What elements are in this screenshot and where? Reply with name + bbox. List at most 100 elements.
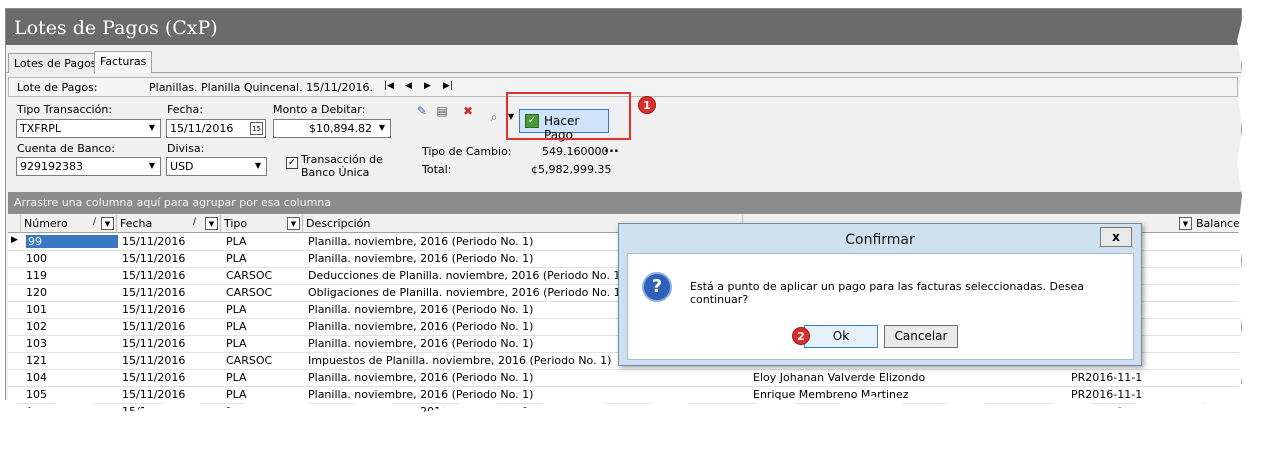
tipo-cambio-label: Tipo de Cambio:: [422, 145, 512, 158]
cell-descripcion: Planilla. noviembre, 2016 (Periodo No. 1…: [308, 303, 534, 316]
cell-fecha: 15/11/2016: [122, 388, 186, 401]
cell-tipo: PLA: [226, 303, 247, 316]
tipo-transaccion-value: TXFRPL: [20, 122, 61, 135]
window-title: Lotes de Pagos (CxP): [6, 9, 1241, 45]
cell-tipo: PLA: [226, 320, 247, 333]
transaccion-label-1: Transacción de: [301, 153, 383, 166]
last-record-icon[interactable]: ▶|: [443, 81, 453, 91]
tab-facturas[interactable]: Facturas: [94, 51, 153, 73]
step-badge-1: 1: [638, 96, 656, 114]
cell-numero: 106: [26, 405, 47, 416]
delete-grid-icon[interactable]: ✖: [460, 103, 476, 119]
divisa-select[interactable]: USD ▼: [166, 157, 267, 176]
ok-button[interactable]: Ok: [804, 325, 878, 348]
cancel-button[interactable]: Cancelar: [884, 325, 958, 348]
close-button[interactable]: x: [1100, 227, 1132, 247]
main-window: Lotes de Pagos (CxP) Lotes de Pagos Fact…: [5, 8, 1242, 416]
column-fecha-label: Fecha: [120, 217, 153, 230]
table-row[interactable]: 104 15/11/2016 PLA Planilla. noviembre, 201…: [8, 370, 1241, 387]
list-icon[interactable]: ▤: [434, 103, 450, 119]
cell-fecha: 15/11/2016: [122, 286, 186, 299]
chevron-down-icon[interactable]: ▼: [250, 158, 266, 175]
cell-descripcion: Planilla. noviembre, 2016 (Periodo No. 1…: [308, 235, 534, 248]
table-row[interactable]: 105 15/11/2016 PLA Planilla. noviembre, 201…: [8, 387, 1241, 404]
cell-fecha: 15/11/2016: [122, 354, 186, 367]
sort-icon: /: [193, 217, 197, 227]
current-row-indicator-icon: ▶: [11, 235, 18, 245]
filter-icon[interactable]: ▼: [101, 217, 114, 230]
cell-numero: 120: [26, 286, 47, 299]
cell-referencia: PR2016-11-1: [1071, 371, 1143, 384]
column-numero-label: Número: [24, 217, 68, 230]
prev-record-icon[interactable]: ◀: [405, 81, 412, 91]
sort-icon: /: [93, 217, 97, 227]
divisa-label: Divisa:: [167, 142, 205, 155]
cell-descripcion: Planilla. noviembre, 2016 (Periodo No. 1…: [308, 337, 534, 350]
total-label: Total:: [422, 163, 452, 176]
fecha-field[interactable]: 15/11/2016 15: [166, 119, 266, 138]
cell-nombre: Eloy Johanan Valverde Elizondo: [753, 371, 926, 384]
cell-descripcion: Planilla. noviembre, 2016 (Periodo No. 1…: [308, 371, 534, 384]
edit-icon[interactable]: ✎: [414, 103, 430, 119]
cell-numero: 99: [26, 235, 118, 248]
filter-icon[interactable]: ▼: [205, 217, 218, 230]
fecha-value: 15/11/2016: [170, 122, 234, 135]
cell-descripcion: Planilla. noviembre, 2016 (Periodo No. 1…: [308, 252, 534, 265]
cell-descripcion: Obligaciones de Planilla. noviembre, 201…: [308, 286, 625, 299]
cell-numero: 101: [26, 303, 47, 316]
cuenta-banco-select[interactable]: 929192383 ▼: [16, 157, 161, 176]
step-badge-2: 2: [792, 327, 810, 345]
first-record-icon[interactable]: |◀: [384, 81, 394, 91]
monto-value: $10,894.82: [309, 122, 372, 135]
table-row[interactable]: 106 15/11/2016 PLA Planilla. noviembre, 201…: [8, 404, 1241, 416]
chevron-down-icon[interactable]: ▼: [144, 120, 160, 137]
monto-field[interactable]: $10,894.82 ▼: [273, 119, 391, 138]
cell-tipo: PLA: [226, 405, 247, 416]
cell-tipo: PLA: [226, 337, 247, 350]
lote-value: Planillas. Planilla Quincenal. 15/11/201…: [149, 81, 373, 94]
next-record-icon[interactable]: ▶: [424, 81, 431, 91]
chevron-down-icon[interactable]: ▼: [374, 120, 390, 137]
cell-numero: 119: [26, 269, 47, 282]
column-header-balance[interactable]: ▼ Balance: [1178, 215, 1241, 233]
dialog-body: ? Está a punto de aplicar un pago para l…: [627, 253, 1134, 360]
calendar-icon[interactable]: 15: [250, 122, 263, 135]
highlight-box: [506, 92, 631, 140]
group-by-bar[interactable]: Arrastre una columna aquí para agrupar p…: [8, 192, 1241, 214]
column-header-tipo[interactable]: Tipo ▼: [221, 215, 303, 233]
cell-numero: 102: [26, 320, 47, 333]
dialog-title: Confirmar: [845, 232, 915, 248]
cell-fecha: 15/11/2016: [122, 405, 186, 416]
filter-icon[interactable]: ▼: [287, 217, 300, 230]
cell-fecha: 15/11/2016: [122, 303, 186, 316]
filter-icon[interactable]: ▼: [1179, 217, 1192, 230]
column-header-fecha[interactable]: Fecha / ▼: [117, 215, 221, 233]
cell-tipo: CARSOC: [226, 269, 273, 282]
tab-strip: Lotes de Pagos Facturas: [6, 51, 1241, 73]
tab-lotes-de-pagos[interactable]: Lotes de Pagos: [8, 53, 103, 73]
cell-numero: 121: [26, 354, 47, 367]
chevron-down-icon[interactable]: ▼: [144, 158, 160, 175]
column-descripcion-label: Descripción: [306, 217, 371, 230]
cell-fecha: 15/11/2016: [122, 269, 186, 282]
cell-fecha: 15/11/2016: [122, 371, 186, 384]
tipo-transaccion-select[interactable]: TXFRPL ▼: [16, 119, 161, 138]
column-tipo-label: Tipo: [224, 217, 248, 230]
cell-nombre: Enrique Membreno Martinez: [753, 388, 909, 401]
search-icon[interactable]: ⌕: [486, 109, 502, 125]
transaccion-label-2: Banco Única: [301, 166, 370, 179]
transaccion-unica-checkbox[interactable]: ✓: [286, 157, 298, 169]
dialog-message: Está a punto de aplicar un pago para las…: [690, 280, 1084, 306]
cell-descripcion: Planilla. noviembre, 2016 (Periodo No. 1…: [308, 388, 534, 401]
cell-tipo: PLA: [226, 235, 247, 248]
cell-tipo: PLA: [226, 252, 247, 265]
question-icon: ?: [642, 272, 672, 302]
cell-descripcion: Planilla. noviembre, 2016 (Periodo No. 1…: [308, 320, 534, 333]
cell-tipo: CARSOC: [226, 286, 273, 299]
column-header-numero[interactable]: Número / ▼: [21, 215, 117, 233]
column-balance-label: Balance: [1196, 217, 1240, 230]
cell-tipo: PLA: [226, 388, 247, 401]
fecha-label: Fecha:: [167, 103, 203, 116]
more-options-button[interactable]: ...: [604, 141, 619, 156]
divisa-value: USD: [170, 160, 194, 173]
